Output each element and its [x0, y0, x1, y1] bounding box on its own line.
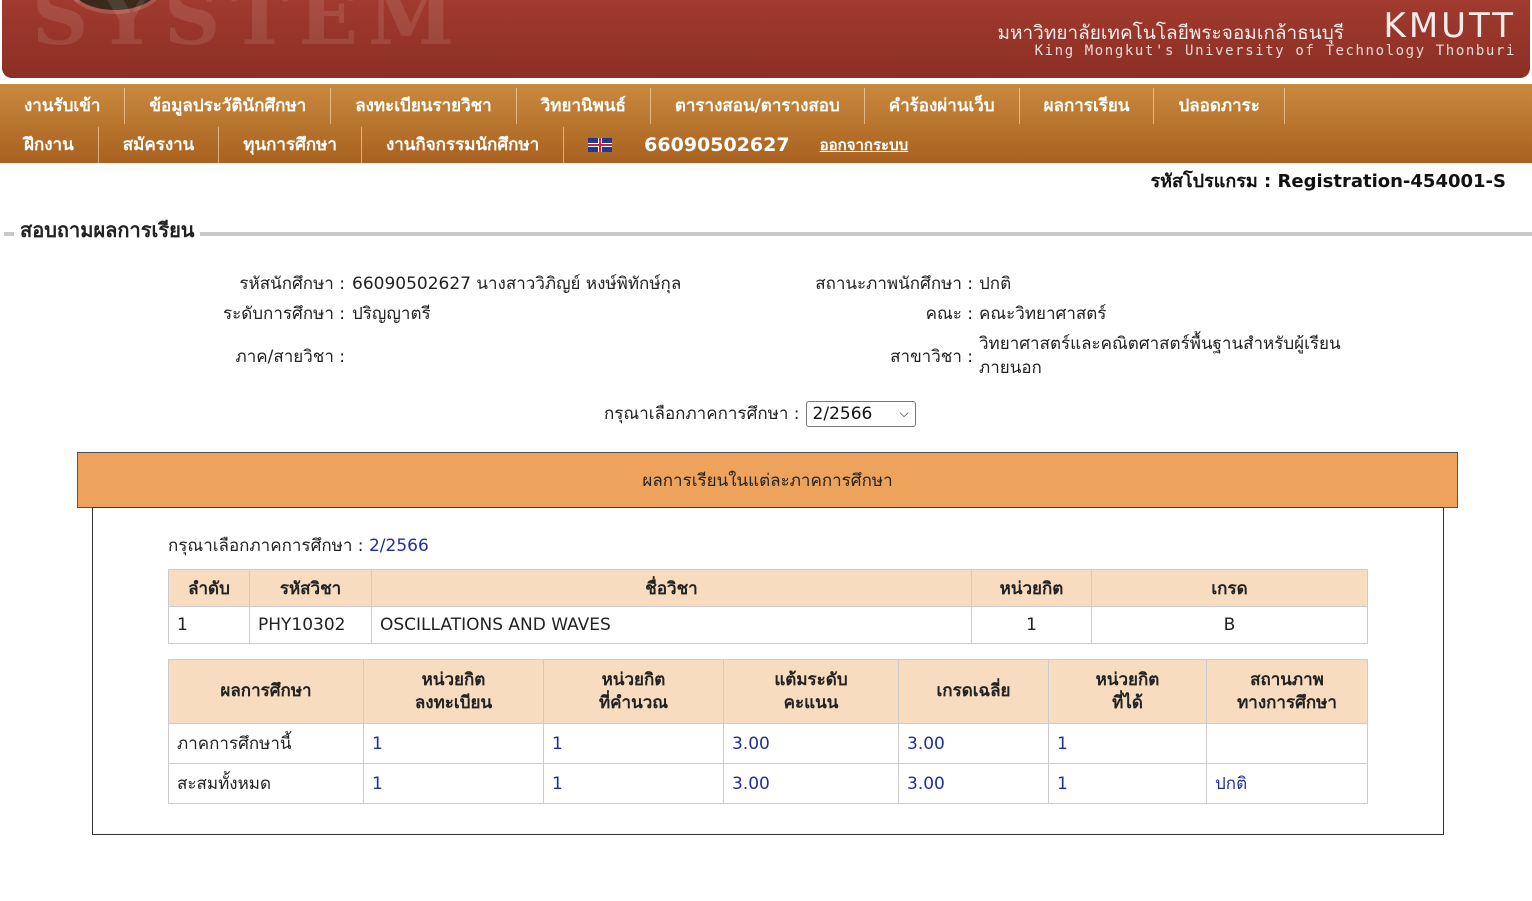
results-semester-label: กรุณาเลือกภาคการศึกษา :: [168, 536, 364, 556]
summary-gpa: 3.00: [898, 763, 1049, 804]
nav-web-petition[interactable]: คำร้องผ่านเว็บ: [865, 87, 1020, 124]
semester-select-label: กรุณาเลือกภาคการศึกษา :: [604, 404, 800, 424]
col-calculated-credits: หน่วยกิต ที่คำนวณ: [543, 659, 724, 724]
table-row: 1 PHY10302 OSCILLATIONS AND WAVES 1 B: [168, 606, 1368, 644]
nav-scholarship[interactable]: ทุนการศึกษา: [219, 126, 362, 163]
nav-student-activities[interactable]: งานกิจกรรมนักศึกษา: [362, 126, 565, 163]
university-name-en: King Mongkut's University of Technology …: [1034, 43, 1516, 59]
table-row: สะสมทั้งหมด 1 1 3.00 3.00 1 ปกติ: [168, 763, 1368, 804]
system-watermark: SYSTEM: [32, 0, 465, 63]
col-earned-credits: หน่วยกิต ที่ได้: [1048, 659, 1207, 724]
summary-points: 3.00: [723, 763, 899, 804]
summary-status: [1206, 723, 1368, 764]
nav-admission[interactable]: งานรับเข้า: [0, 87, 126, 124]
summary-label: สะสมทั้งหมด: [168, 763, 364, 804]
col-grade-points: แต้มระดับ คะแนน: [723, 659, 899, 724]
summary-gpa: 3.00: [898, 723, 1049, 764]
col-credit: หน่วยกิต: [971, 569, 1092, 607]
col-gpa: เกรดเฉลี่ย: [898, 659, 1049, 724]
col-result: ผลการศึกษา: [168, 659, 364, 724]
faculty-label: คณะ :: [925, 304, 973, 324]
major-value-line2: ภายนอก: [979, 358, 1042, 378]
course-grade: B: [1091, 606, 1368, 644]
nav-row-1: งานรับเข้า ข้อมูลประวัตินักศึกษา ลงทะเบี…: [0, 86, 1285, 125]
course-table-header: ลำดับ รหัสวิชา ชื่อวิชา หน่วยกิต เกรด: [168, 569, 1368, 607]
col-academic-status: สถานภาพ ทางการศึกษา: [1206, 659, 1368, 724]
results-semester: กรุณาเลือกภาคการศึกษา : 2/2566: [168, 532, 429, 559]
nav-clearance[interactable]: ปลอดภาระ: [1154, 87, 1285, 124]
summary-earned: 1: [1048, 763, 1207, 804]
summary-registered: 1: [363, 723, 544, 764]
student-status-label: สถานะภาพนักศึกษา :: [815, 274, 973, 294]
summary-table: ผลการศึกษา หน่วยกิต ลงทะเบียน หน่วยกิต ที่…: [168, 659, 1368, 804]
department-label: ภาค/สายวิชา :: [235, 347, 346, 367]
major-value-line1: วิทยาศาสตร์และคณิตศาสตร์พื้นฐานสำหรับผู้…: [979, 334, 1341, 354]
program-code: รหัสโปรแกรม : Registration-454001-S: [1150, 171, 1506, 192]
semester-select-value: 2/2566: [812, 403, 873, 424]
col-grade: เกรด: [1091, 569, 1368, 607]
nav-course-registration[interactable]: ลงทะเบียนรายวิชา: [331, 87, 517, 124]
nav-row-2: ฝึกงาน สมัครงาน ทุนการศึกษา งานกิจกรรมนั…: [0, 125, 918, 164]
faculty-value: คณะวิทยาศาสตร์: [979, 304, 1107, 324]
nav-grades[interactable]: ผลการเรียน: [1020, 87, 1155, 124]
course-no: 1: [168, 606, 250, 644]
summary-calculated: 1: [543, 763, 724, 804]
col-course-code: รหัสวิชา: [249, 569, 372, 607]
uk-flag-icon: [588, 137, 613, 152]
col-course-name: ชื่อวิชา: [371, 569, 972, 607]
header-banner: SYSTEM มหาวิทยาลัยเทคโนโลยีพระจอมเกล้าธน…: [2, 0, 1530, 78]
page-title: สอบถามผลการเรียน: [14, 214, 201, 246]
student-id-label: รหัสนักศึกษา :: [239, 274, 345, 294]
nav-thesis[interactable]: วิทยานิพนธ์: [517, 87, 651, 124]
summary-label: ภาคการศึกษานี้: [168, 723, 364, 764]
table-row: ภาคการศึกษานี้ 1 1 3.00 3.00 1: [168, 723, 1368, 764]
education-level-label: ระดับการศึกษา :: [222, 304, 345, 324]
summary-table-header: ผลการศึกษา หน่วยกิต ลงทะเบียน หน่วยกิต ที่…: [168, 659, 1368, 724]
main-nav: งานรับเข้า ข้อมูลประวัตินักศึกษา ลงทะเบี…: [0, 84, 1532, 163]
logout-link[interactable]: ออกจากระบบ: [804, 127, 919, 163]
summary-earned: 1: [1048, 723, 1207, 764]
summary-points: 3.00: [723, 723, 899, 764]
course-credit: 1: [971, 606, 1092, 644]
summary-status: ปกติ: [1206, 763, 1368, 804]
nav-timetable[interactable]: ตารางสอน/ตารางสอบ: [651, 87, 865, 124]
results-title: ผลการเรียนในแต่ละภาคการศึกษา: [642, 470, 893, 491]
course-table: ลำดับ รหัสวิชา ชื่อวิชา หน่วยกิต เกรด 1 …: [168, 569, 1368, 644]
nav-job-application[interactable]: สมัครงาน: [99, 126, 220, 163]
major-label: สาขาวิชา :: [890, 347, 973, 367]
col-registered-credits: หน่วยกิต ลงทะเบียน: [363, 659, 544, 724]
user-id: 66090502627: [644, 133, 790, 156]
education-level-value: ปริญญาตรี: [352, 304, 431, 324]
student-id-value: 66090502627 นางสาววิภิญย์ หงษ์พิทักษ์กุล: [352, 274, 682, 294]
results-panel-header: ผลการเรียนในแต่ละภาคการศึกษา: [77, 452, 1458, 508]
student-status-value: ปกติ: [979, 274, 1012, 294]
chevron-down-icon: ⌵: [899, 406, 909, 420]
language-toggle[interactable]: [564, 127, 626, 163]
university-abbr: KMUTT: [1383, 6, 1516, 46]
section-divider: [4, 232, 1532, 236]
nav-student-profile[interactable]: ข้อมูลประวัตินักศึกษา: [125, 87, 332, 124]
semester-selector: กรุณาเลือกภาคการศึกษา : 2/2566 ⌵: [604, 400, 916, 427]
course-name: OSCILLATIONS AND WAVES: [371, 606, 972, 644]
semester-select[interactable]: 2/2566 ⌵: [805, 400, 916, 427]
nav-internship[interactable]: ฝึกงาน: [0, 126, 99, 163]
course-code: PHY10302: [249, 606, 372, 644]
col-no: ลำดับ: [168, 569, 250, 607]
results-semester-value: 2/2566: [368, 536, 429, 556]
summary-registered: 1: [363, 763, 544, 804]
summary-calculated: 1: [543, 723, 724, 764]
